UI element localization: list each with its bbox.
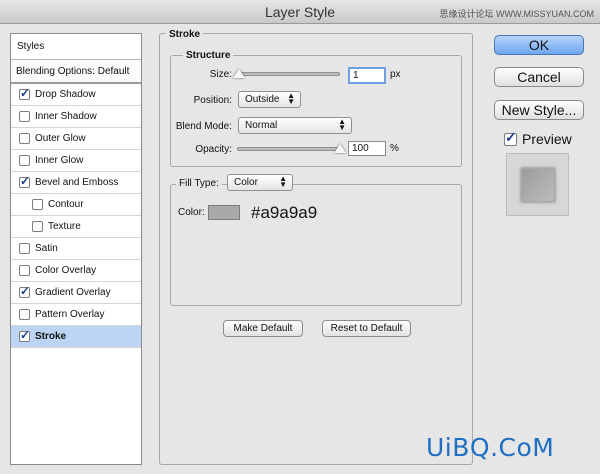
size-slider-thumb[interactable] — [233, 69, 245, 78]
fill-type-label: Fill Type: — [176, 178, 222, 189]
style-item-inner-glow[interactable]: Inner Glow — [11, 150, 141, 172]
style-item-pattern-overlay[interactable]: Pattern Overlay — [11, 304, 141, 326]
styles-list: Styles Blending Options: Default Drop Sh… — [10, 33, 142, 465]
preview-checkbox[interactable] — [504, 129, 517, 146]
style-item-bevel-and-emboss[interactable]: Bevel and Emboss — [11, 172, 141, 194]
fill-type-value: Color — [234, 177, 258, 188]
updown-arrows-icon: ▲ ▼ — [287, 91, 295, 106]
size-input[interactable]: 1 — [348, 67, 386, 84]
style-checkbox[interactable] — [32, 221, 43, 232]
opacity-label: Opacity: — [195, 144, 232, 155]
style-checkbox[interactable] — [32, 199, 43, 210]
style-checkbox[interactable] — [19, 265, 30, 276]
style-item-inner-shadow[interactable]: Inner Shadow — [11, 106, 141, 128]
preview-thumbnail — [506, 153, 569, 216]
style-checkbox[interactable] — [19, 243, 30, 254]
style-item-outer-glow[interactable]: Outer Glow — [11, 128, 141, 150]
style-item-label: Bevel and Emboss — [35, 177, 119, 188]
style-checkbox[interactable] — [19, 174, 30, 188]
style-checkbox[interactable] — [19, 309, 30, 320]
size-label: Size: — [209, 69, 232, 80]
updown-arrows-icon: ▲ ▼ — [338, 117, 346, 132]
blend-mode-label: Blend Mode: — [175, 121, 232, 132]
style-item-label: Satin — [35, 243, 58, 254]
blending-options-item[interactable]: Blending Options: Default — [11, 60, 141, 84]
style-item-label: Inner Shadow — [35, 111, 97, 122]
make-default-button[interactable]: Make Default — [223, 320, 303, 337]
fill-type-select[interactable]: Color ▲ ▼ — [227, 174, 293, 191]
style-checkbox[interactable] — [19, 328, 30, 342]
style-item-label: Contour — [48, 199, 84, 210]
style-item-drop-shadow[interactable]: Drop Shadow — [11, 84, 141, 106]
style-item-label: Drop Shadow — [35, 89, 96, 100]
style-item-label: Texture — [48, 221, 81, 232]
style-item-color-overlay[interactable]: Color Overlay — [11, 260, 141, 282]
ok-button[interactable]: OK — [494, 35, 584, 55]
new-style-button[interactable]: New Style... — [494, 100, 584, 120]
style-item-label: Color Overlay — [35, 265, 97, 276]
style-checkbox[interactable] — [19, 284, 30, 298]
stroke-panel-title: Stroke — [166, 29, 204, 40]
structure-title: Structure — [183, 50, 234, 61]
color-swatch[interactable] — [208, 205, 240, 220]
style-checkbox[interactable] — [19, 133, 30, 144]
preview-swatch — [521, 168, 555, 202]
reset-to-default-button[interactable]: Reset to Default — [322, 320, 411, 337]
style-item-label: Stroke — [35, 331, 67, 342]
style-item-contour[interactable]: Contour — [11, 194, 141, 216]
position-value: Outside — [245, 94, 280, 105]
size-unit: px — [390, 69, 401, 80]
color-hex-text: #a9a9a9 — [251, 203, 318, 222]
position-label: Position: — [193, 95, 232, 106]
style-checkbox[interactable] — [19, 155, 30, 166]
style-item-satin[interactable]: Satin — [11, 238, 141, 260]
blend-mode-value: Normal — [245, 120, 278, 131]
position-select[interactable]: Outside ▲ ▼ — [238, 91, 301, 108]
styles-header[interactable]: Styles — [11, 34, 141, 60]
preview-label: Preview — [522, 131, 572, 147]
watermark-top: 思缘设计论坛 WWW.MISSYUAN.COM — [439, 9, 595, 19]
style-checkbox[interactable] — [19, 111, 30, 122]
color-label: Color: — [178, 207, 205, 218]
style-item-label: Outer Glow — [35, 133, 86, 144]
style-item-gradient-overlay[interactable]: Gradient Overlay — [11, 282, 141, 304]
watermark-bottom: UiBQ.CoM — [426, 433, 555, 462]
preview-toggle[interactable]: Preview — [504, 129, 572, 147]
style-item-label: Inner Glow — [35, 155, 84, 166]
style-checkbox[interactable] — [19, 86, 30, 100]
title-bar[interactable]: Layer Style 思缘设计论坛 WWW.MISSYUAN.COM — [0, 0, 600, 24]
opacity-slider-thumb[interactable] — [334, 144, 346, 153]
opacity-unit: % — [390, 143, 399, 154]
blend-mode-select[interactable]: Normal ▲ ▼ — [238, 117, 352, 134]
cancel-button[interactable]: Cancel — [494, 67, 584, 87]
style-item-label: Gradient Overlay — [35, 287, 111, 298]
opacity-slider-track[interactable] — [237, 147, 340, 151]
opacity-input[interactable]: 100 — [348, 141, 386, 156]
style-item-label: Pattern Overlay — [35, 309, 105, 320]
style-item-texture[interactable]: Texture — [11, 216, 141, 238]
updown-arrows-icon: ▲ ▼ — [279, 174, 287, 189]
style-item-stroke[interactable]: Stroke — [11, 326, 141, 348]
size-slider-track[interactable] — [237, 72, 340, 76]
